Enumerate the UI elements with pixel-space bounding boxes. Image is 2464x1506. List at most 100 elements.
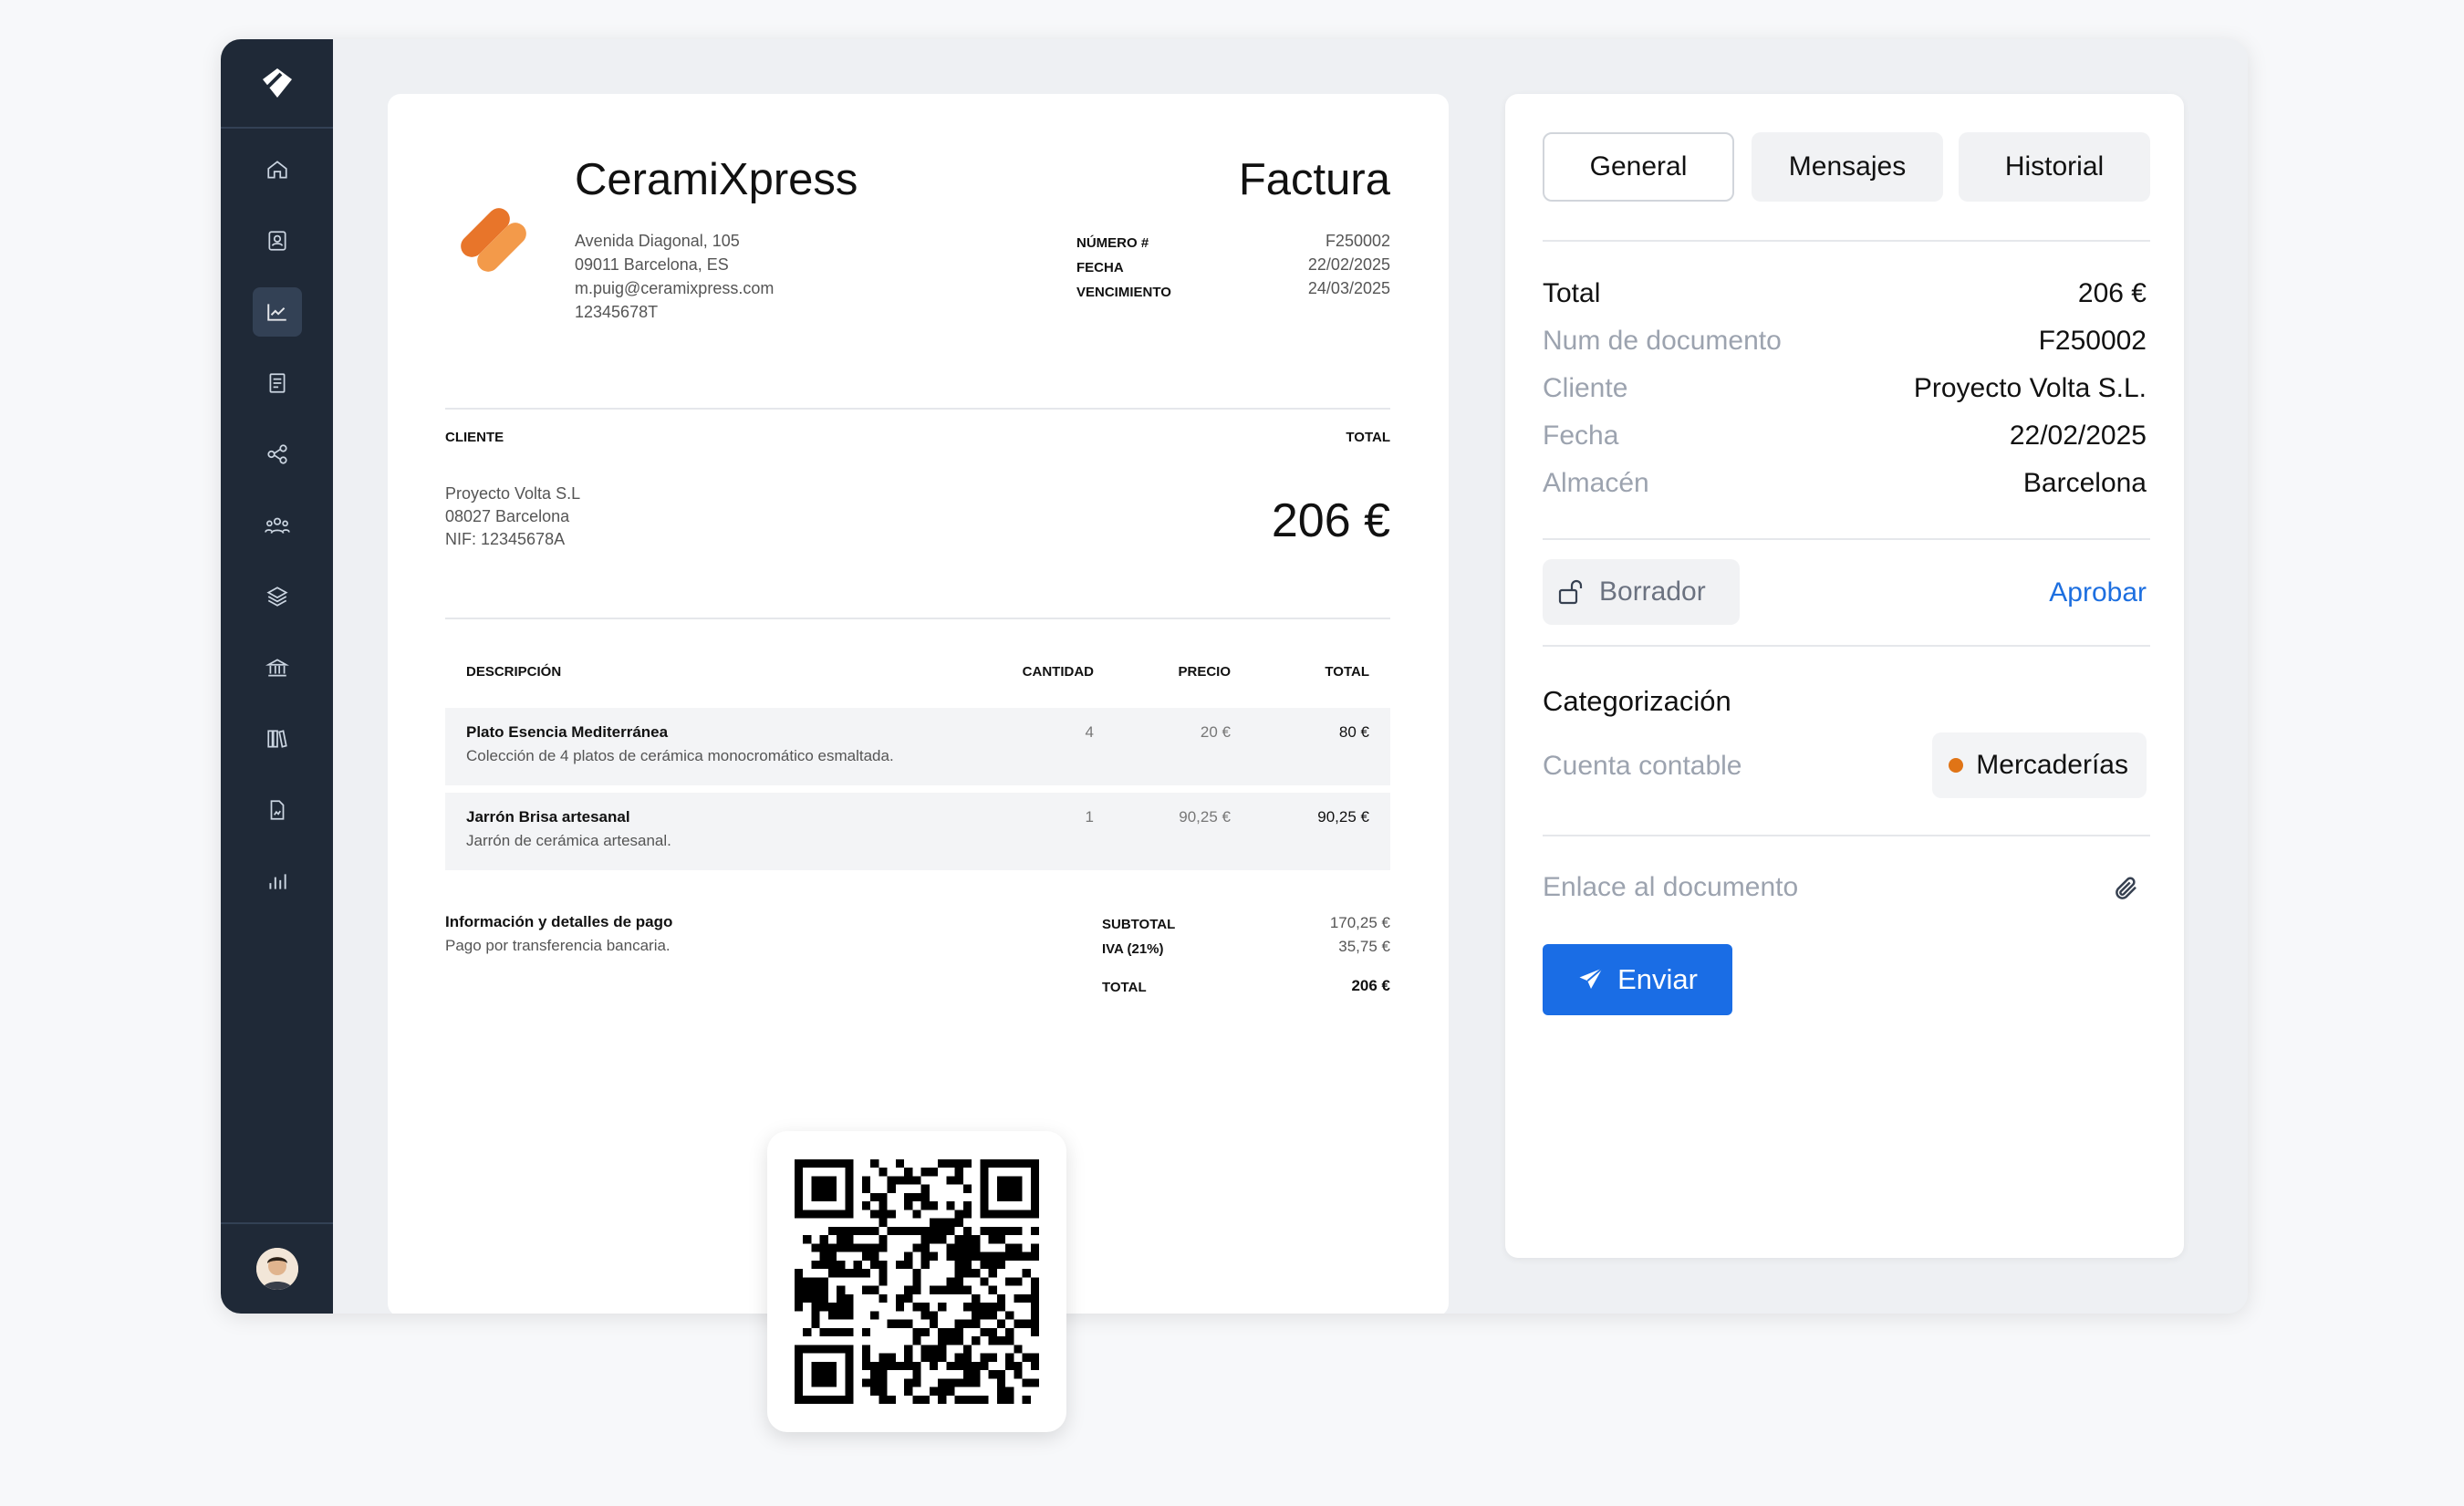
- qr-module: [988, 1353, 997, 1362]
- qr-module: [980, 1159, 989, 1168]
- qr-module: [1030, 1319, 1039, 1328]
- qr-module: [1030, 1201, 1039, 1210]
- item-name: Jarrón Brisa artesanal: [466, 808, 630, 826]
- qr-module: [996, 1235, 1006, 1244]
- qr-module: [996, 1159, 1006, 1168]
- detail-total-label: Total: [1543, 278, 1601, 308]
- qr-module: [879, 1269, 888, 1278]
- date-label: FECHA: [1076, 260, 1124, 275]
- qr-module: [929, 1168, 939, 1177]
- qr-module: [980, 1226, 989, 1236]
- qr-module: [1022, 1210, 1031, 1219]
- qr-module: [1014, 1293, 1023, 1303]
- receipt-icon: [269, 373, 285, 393]
- sidebar-item-documents[interactable]: [253, 785, 302, 835]
- qr-module: [946, 1285, 955, 1294]
- qr-module: [795, 1184, 804, 1193]
- qr-module: [1014, 1226, 1023, 1236]
- sidebar-item-library[interactable]: [253, 714, 302, 763]
- sidebar-item-integrations[interactable]: [253, 430, 302, 479]
- qr-module: [1005, 1210, 1014, 1219]
- qr-module: [827, 1269, 837, 1278]
- qr-module: [811, 1192, 820, 1202]
- qr-module: [962, 1378, 972, 1387]
- qr-module: [827, 1378, 837, 1387]
- qr-module: [1022, 1159, 1031, 1168]
- app-logo[interactable]: [221, 39, 333, 129]
- qr-module: [811, 1319, 820, 1328]
- sidebar-item-team[interactable]: [253, 501, 302, 550]
- qr-module: [996, 1387, 1006, 1396]
- qr-module: [938, 1378, 947, 1387]
- attach-button[interactable]: [2113, 875, 2140, 907]
- status-badge[interactable]: Borrador: [1543, 559, 1740, 625]
- qr-module: [996, 1336, 1006, 1345]
- sidebar-item-inventory[interactable]: [253, 572, 302, 621]
- qr-module: [972, 1243, 981, 1252]
- qr-module: [870, 1285, 879, 1294]
- qr-module: [912, 1370, 921, 1379]
- qr-module: [972, 1370, 981, 1379]
- user-avatar: [255, 1248, 298, 1290]
- send-button[interactable]: Enviar: [1543, 944, 1732, 1015]
- qr-module: [1030, 1361, 1039, 1371]
- qr-module: [827, 1361, 837, 1371]
- qr-module: [811, 1345, 820, 1354]
- qr-module: [929, 1361, 939, 1371]
- tab-general[interactable]: General: [1543, 132, 1734, 202]
- account-select[interactable]: Mercaderías: [1932, 732, 2147, 798]
- sidebar-item-bank[interactable]: [253, 643, 302, 692]
- qr-module: [904, 1192, 913, 1202]
- company-logo-icon: [461, 208, 526, 272]
- qr-module: [946, 1243, 955, 1252]
- details-panel: General Mensajes Historial Total 206 € N…: [1505, 94, 2184, 1258]
- qr-module: [827, 1210, 837, 1219]
- tab-history[interactable]: Historial: [1959, 132, 2150, 202]
- document-link-label: Enlace al documento: [1543, 872, 1799, 902]
- item-quantity: 1: [1085, 808, 1094, 826]
- qr-module: [827, 1260, 837, 1270]
- qr-module: [870, 1252, 879, 1261]
- qr-module: [853, 1243, 862, 1252]
- sidebar-item-home[interactable]: [253, 145, 302, 194]
- invoice-meta-labels: NÚMERO # FECHA VENCIMIENTO: [1076, 231, 1171, 305]
- qr-module: [1005, 1176, 1014, 1185]
- qr-module: [837, 1235, 846, 1244]
- company-logo: [452, 194, 535, 283]
- qr-module: [811, 1243, 820, 1252]
- qr-module: [904, 1353, 913, 1362]
- qr-module: [827, 1252, 837, 1261]
- qr-module: [879, 1260, 888, 1270]
- qr-module: [946, 1218, 955, 1227]
- qr-module: [929, 1319, 939, 1328]
- qr-module: [827, 1370, 837, 1379]
- qr-module: [827, 1226, 837, 1236]
- qr-module: [954, 1319, 963, 1328]
- avatar[interactable]: [255, 1248, 298, 1290]
- qr-module: [819, 1260, 828, 1270]
- sidebar-item-contacts[interactable]: [253, 216, 302, 265]
- qr-module: [861, 1269, 871, 1278]
- item-name: Plato Esencia Mediterránea: [466, 723, 669, 741]
- sidebar-item-invoices[interactable]: [253, 358, 302, 408]
- qr-module: [1030, 1311, 1039, 1320]
- sidebar-item-reports[interactable]: [253, 857, 302, 906]
- qr-module: [1014, 1277, 1023, 1286]
- qr-module: [929, 1353, 939, 1362]
- user-menu[interactable]: [221, 1222, 333, 1314]
- qr-module: [946, 1277, 955, 1286]
- qr-module: [845, 1353, 854, 1362]
- qr-module: [912, 1226, 921, 1236]
- tab-messages[interactable]: Mensajes: [1752, 132, 1943, 202]
- qr-module: [954, 1378, 963, 1387]
- qr-module: [954, 1285, 963, 1294]
- qr-module: [980, 1353, 989, 1362]
- sidebar-item-analytics[interactable]: [252, 287, 302, 337]
- item-price: 90,25 €: [1179, 808, 1231, 826]
- qr-module: [954, 1353, 963, 1362]
- approve-link[interactable]: Aprobar: [2049, 577, 2147, 608]
- qr-module: [962, 1226, 972, 1236]
- category-dot: [1949, 758, 1964, 773]
- qr-module: [1014, 1184, 1023, 1193]
- qr-module: [811, 1293, 820, 1303]
